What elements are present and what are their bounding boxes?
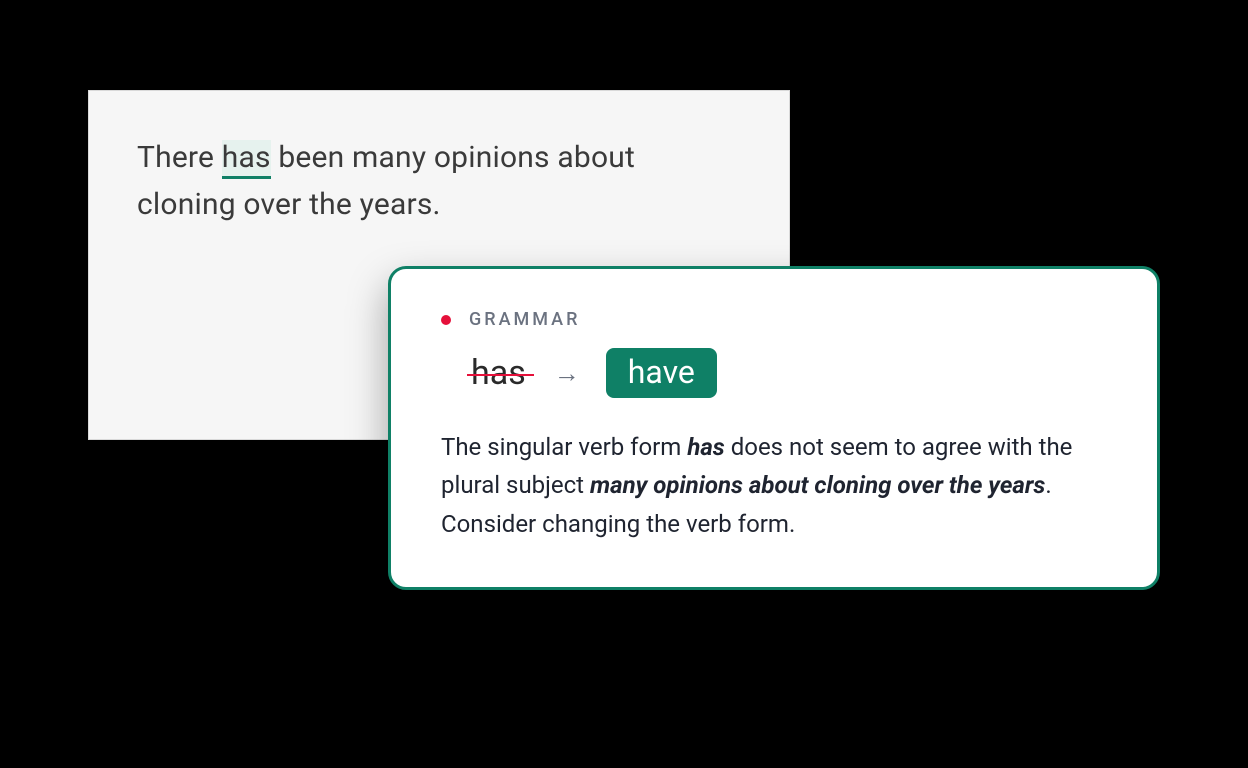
suggestion-button[interactable]: have (606, 348, 717, 398)
popover-header: GRAMMAR (441, 309, 1107, 330)
severity-dot-icon (441, 315, 451, 325)
editor-sentence: There has been many opinions about cloni… (137, 135, 741, 228)
arrow-right-icon: → (554, 358, 580, 389)
explanation-bold: has (687, 433, 724, 461)
sentence-pre: There (137, 140, 222, 175)
explanation-text: The singular verb form has does not seem… (441, 428, 1107, 543)
replacement-row: has → have (469, 348, 1107, 398)
original-word: has (469, 353, 528, 393)
explanation-bold: many opinions about cloning over the yea… (590, 471, 1045, 499)
grammar-popover: GRAMMAR has → have The singular verb for… (388, 266, 1160, 590)
category-label: GRAMMAR (469, 309, 580, 330)
explanation-part: The singular verb form (441, 433, 687, 461)
flagged-word[interactable]: has (222, 140, 271, 179)
